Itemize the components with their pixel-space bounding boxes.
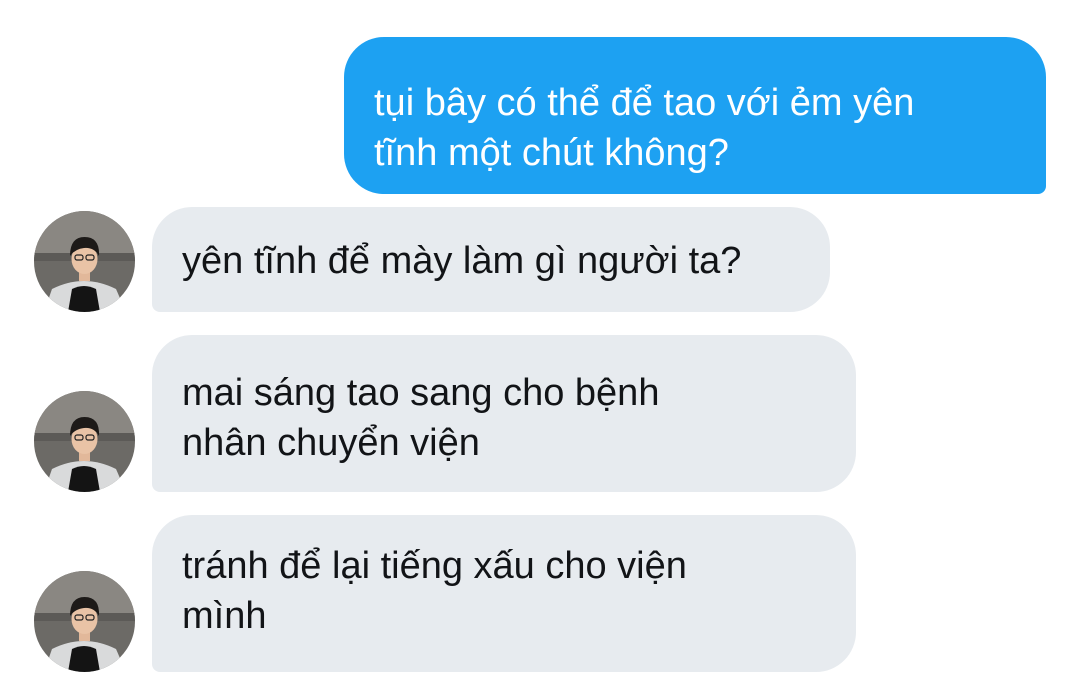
message-text: tránh để lại tiếng xấu cho viện mình: [182, 545, 687, 637]
incoming-message-bubble[interactable]: mai sáng tao sang cho bệnh nhân chuyển v…: [152, 335, 856, 492]
message-text: yên tĩnh để mày làm gì người ta?: [182, 240, 742, 282]
message-text: tụi bây có thể để tao với ẻm yên tĩnh mộ…: [374, 82, 915, 174]
avatar-photo-icon: [34, 211, 135, 312]
chat-thread: tụi bây có thể để tao với ẻm yên tĩnh mộ…: [0, 0, 1080, 695]
avatar-photo-icon: [34, 571, 135, 672]
sender-avatar[interactable]: [34, 211, 135, 312]
avatar-photo-icon: [34, 391, 135, 492]
message-text: mai sáng tao sang cho bệnh nhân chuyển v…: [182, 372, 660, 464]
outgoing-message-bubble[interactable]: tụi bây có thể để tao với ẻm yên tĩnh mộ…: [344, 37, 1046, 194]
incoming-message-bubble[interactable]: yên tĩnh để mày làm gì người ta?: [152, 207, 830, 312]
sender-avatar[interactable]: [34, 391, 135, 492]
sender-avatar[interactable]: [34, 571, 135, 672]
incoming-message-bubble[interactable]: tránh để lại tiếng xấu cho viện mình: [152, 515, 856, 672]
